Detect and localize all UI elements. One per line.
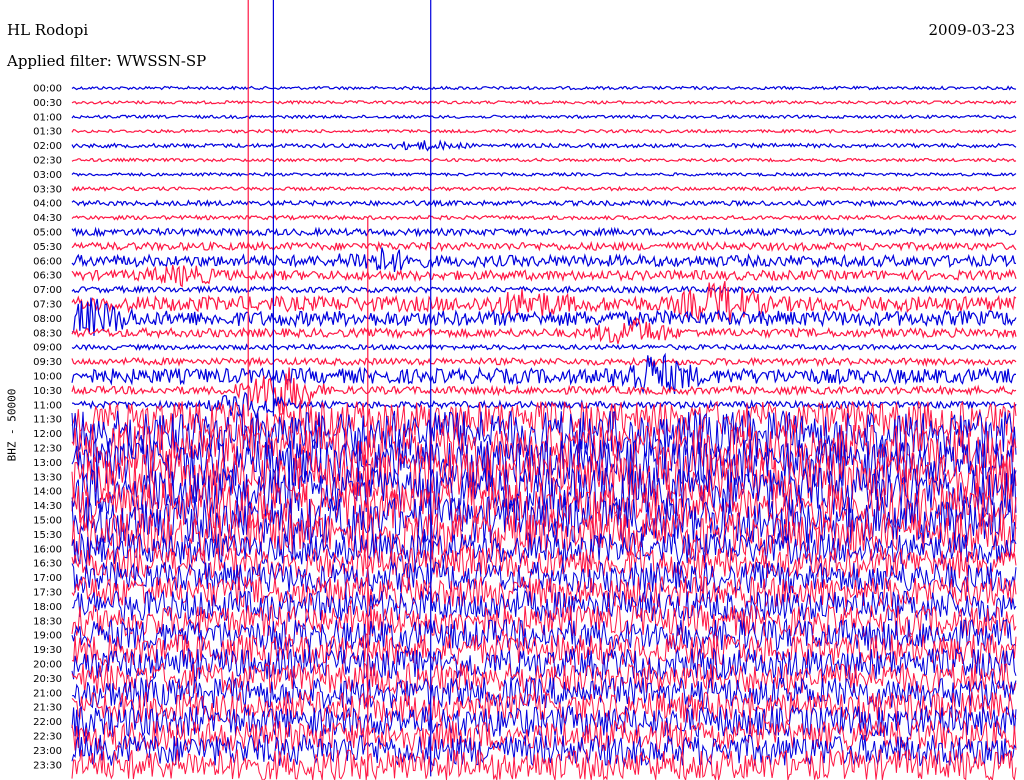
- trace-row: [71, 85, 1017, 91]
- row-label: 19:00: [33, 631, 62, 642]
- trace-row: [71, 157, 1017, 163]
- trace-row: [71, 198, 1017, 208]
- row-label: 18:30: [33, 616, 62, 627]
- trace-row: [71, 214, 1017, 221]
- row-label: 23:00: [33, 746, 62, 757]
- trace-row: [71, 247, 1017, 273]
- row-label: 04:30: [33, 213, 62, 224]
- trace-row: [71, 171, 1017, 177]
- row-label: 13:30: [33, 472, 62, 483]
- trace-row: [71, 185, 1017, 192]
- trace-row: [71, 284, 1017, 295]
- row-label: 20:30: [33, 674, 62, 685]
- trace-row: [71, 281, 1017, 323]
- row-label: 02:00: [33, 141, 62, 152]
- trace-row: [71, 618, 1017, 653]
- row-label: 05:30: [33, 242, 62, 253]
- row-label: 01:00: [33, 112, 62, 123]
- trace-row: [71, 356, 1017, 368]
- row-label: 02:30: [33, 156, 62, 167]
- trace-row: [71, 240, 1017, 253]
- trace-row: [71, 748, 1017, 780]
- row-label: 13:00: [33, 458, 62, 469]
- row-label: 08:00: [33, 314, 62, 325]
- trace-row: [71, 226, 1017, 238]
- row-label: 01:30: [33, 127, 62, 138]
- row-label: 17:30: [33, 588, 62, 599]
- row-label: 12:00: [33, 429, 62, 440]
- row-label: 23:30: [33, 760, 62, 771]
- trace-row: [71, 139, 1017, 152]
- row-label: 22:00: [33, 717, 62, 728]
- row-label: 16:30: [33, 559, 62, 570]
- trace-row: [71, 114, 1017, 120]
- trace-row: [71, 99, 1017, 105]
- row-label: 05:00: [33, 228, 62, 239]
- row-label: 06:00: [33, 256, 62, 267]
- row-label: 07:00: [33, 285, 62, 296]
- row-label: 21:00: [33, 688, 62, 699]
- row-label: 21:30: [33, 703, 62, 714]
- row-label: 06:30: [33, 271, 62, 282]
- row-label: 03:30: [33, 184, 62, 195]
- row-label: 17:00: [33, 573, 62, 584]
- row-label: 09:00: [33, 343, 62, 354]
- trace-row: [71, 128, 1017, 134]
- row-label: 09:30: [33, 357, 62, 368]
- row-label: 22:30: [33, 732, 62, 743]
- row-label: 10:30: [33, 386, 62, 397]
- row-label: 08:30: [33, 328, 62, 339]
- helicorder-plot: 00:00 00:30 01:00 01:30 02:00 02:30 03:00 03:30…: [33, 0, 1017, 780]
- row-label: 20:00: [33, 660, 62, 671]
- row-label: 19:30: [33, 645, 62, 656]
- row-label: 03:00: [33, 170, 62, 181]
- row-label: 16:00: [33, 544, 62, 555]
- row-label: 15:30: [33, 530, 62, 541]
- row-label: 11:00: [33, 400, 62, 411]
- trace-row: [71, 343, 1017, 352]
- trace-row: [72, 589, 1017, 624]
- row-label: 14:30: [33, 501, 62, 512]
- trace-row: [71, 264, 1017, 288]
- row-label: 15:00: [33, 516, 62, 527]
- row-label: 10:00: [33, 372, 62, 383]
- row-label: 18:00: [33, 602, 62, 613]
- row-label: 00:30: [33, 98, 62, 109]
- row-label: 14:00: [33, 487, 62, 498]
- row-label: 04:00: [33, 199, 62, 210]
- row-label: 12:30: [33, 444, 62, 455]
- row-label: 07:30: [33, 300, 62, 311]
- row-label: 00:00: [33, 84, 62, 95]
- row-label: 11:30: [33, 415, 62, 426]
